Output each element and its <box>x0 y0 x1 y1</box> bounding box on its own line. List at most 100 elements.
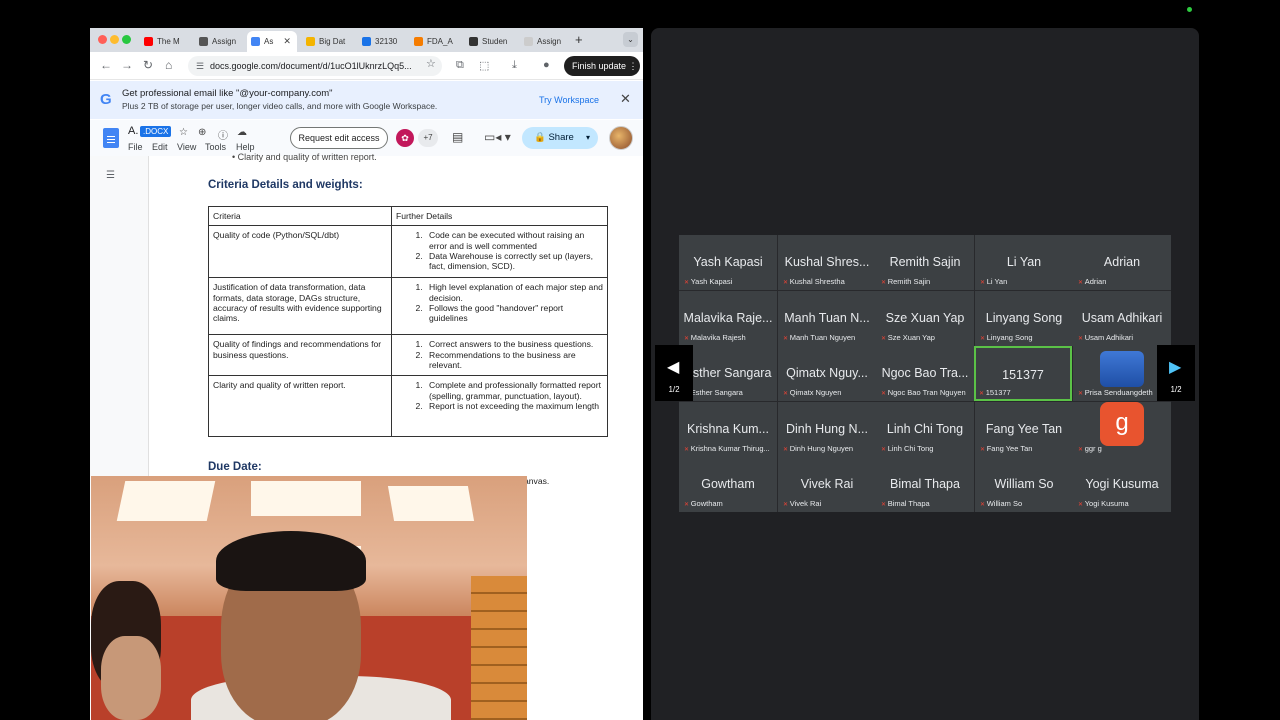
tab-fda[interactable]: FDA_A <box>410 31 458 52</box>
comments-icon[interactable]: ▤ <box>452 130 463 144</box>
criteria-cell: Quality of code (Python/SQL/dbt) <box>208 225 392 279</box>
tab-active-doc[interactable]: As ✕ <box>247 31 297 52</box>
participant-tile[interactable]: Bimal Thapa Bimal Thapa <box>876 457 974 512</box>
address-bar[interactable]: ☰ docs.google.com/document/d/1ucO1lUknrz… <box>188 56 442 76</box>
participant-label: Remith Sajin <box>881 277 973 286</box>
move-icon[interactable]: ⊕ <box>198 127 206 138</box>
details-cell: High level explanation of each major ste… <box>391 277 608 336</box>
participant-tile[interactable]: Kushal Shres... Kushal Shrestha <box>778 235 876 290</box>
participant-tile[interactable]: Fang Yee Tan Fang Yee Tan <box>975 402 1073 457</box>
detail-item: Complete and professionally formatted re… <box>425 380 603 401</box>
close-tab-icon[interactable]: ✕ <box>283 36 291 47</box>
tab-favicon <box>524 37 533 46</box>
menu-file[interactable]: File <box>128 142 143 152</box>
promo-headline: Get professional email like "@your-compa… <box>122 88 333 99</box>
participant-name: Malavika Raje... <box>683 311 773 325</box>
ceiling-light <box>387 486 475 521</box>
menu-help[interactable]: Help <box>236 142 255 152</box>
tab-assign-2[interactable]: Assign <box>520 31 570 52</box>
share-button[interactable]: 🔒 Share ▾ <box>522 127 598 149</box>
participant-tile[interactable]: Ngoc Bao Tra... Ngoc Bao Tran Nguyen <box>876 346 974 401</box>
meet-camera-icon[interactable]: ▭◂ ▾ <box>484 130 511 144</box>
screen: The M Assign As ✕ Big Dat 32130 FDA_A Stu… <box>0 0 1280 720</box>
extensions-icon[interactable]: ⬚ <box>479 59 489 72</box>
participant-tile[interactable]: Adrian Adrian <box>1073 235 1171 290</box>
participant-label: Krishna Kumar Thirug... <box>684 444 776 453</box>
tab-search-icon[interactable]: ⌄ <box>623 32 638 47</box>
participant-tile[interactable]: Vivek Rai Vivek Rai <box>778 457 876 512</box>
share-dropdown-icon[interactable]: ▾ <box>586 127 590 149</box>
participant-tile[interactable]: Usam Adhikari Usam Adhikari <box>1073 291 1171 346</box>
participant-name: Qimatx Nguy... <box>786 366 868 380</box>
locker <box>471 576 527 720</box>
participant-tile[interactable]: gggr g <box>1073 402 1171 457</box>
menu-view[interactable]: View <box>177 142 196 152</box>
participant-name: Gowtham <box>701 477 755 491</box>
participant-tile[interactable]: Yash Kapasi Yash Kapasi <box>679 235 777 290</box>
tab-favicon <box>469 37 478 46</box>
forward-icon[interactable]: → <box>121 58 133 72</box>
participant-tile[interactable]: Dinh Hung N... Dinh Hung Nguyen <box>778 402 876 457</box>
docs-logo-icon[interactable] <box>103 128 119 148</box>
download-icon[interactable]: ⤓ <box>512 59 517 72</box>
participant-tile[interactable]: Gowtham Gowtham <box>679 457 777 512</box>
request-edit-access-button[interactable]: Request edit access <box>290 127 388 149</box>
participant-photo <box>1100 351 1144 387</box>
cloud-status-icon[interactable]: ☁ <box>237 127 247 138</box>
participant-tile[interactable]: Linyang Song Linyang Song <box>975 291 1073 346</box>
participant-tile[interactable]: Li Yan Li Yan <box>975 235 1073 290</box>
participant-tile[interactable]: William So William So <box>975 457 1073 512</box>
menu-edit[interactable]: Edit <box>152 142 168 152</box>
participant-tile[interactable]: Manh Tuan N... Manh Tuan Nguyen <box>778 291 876 346</box>
tab-youtube[interactable]: The M <box>140 31 188 52</box>
tab-label: 32130 <box>375 37 398 46</box>
participant-label: Kushal Shrestha <box>783 277 875 286</box>
collaborator-avatar[interactable]: ✿ <box>396 129 414 147</box>
site-info-icon[interactable]: ☰ <box>196 56 204 76</box>
info-icon[interactable]: ⓘ <box>218 127 228 142</box>
participant-tile[interactable]: Malavika Raje... Malavika Rajesh <box>679 291 777 346</box>
participant-tile[interactable]: Esther Sangara Esther Sangara <box>679 346 777 401</box>
try-workspace-link[interactable]: Try Workspace <box>539 95 599 105</box>
participant-tile[interactable]: Sze Xuan Yap Sze Xuan Yap <box>876 291 974 346</box>
participant-label: 151377 <box>979 388 1071 397</box>
participant-tile[interactable]: Yogi Kusuma Yogi Kusuma <box>1073 457 1171 512</box>
profile-icon[interactable]: ● <box>543 59 550 71</box>
participant-label: Sze Xuan Yap <box>881 333 973 342</box>
tab-assign-1[interactable]: Assign <box>195 31 243 52</box>
participant-tile[interactable]: Qimatx Nguy... Qimatx Nguyen <box>778 346 876 401</box>
participant-tile[interactable]: Linh Chi Tong Linh Chi Tong <box>876 402 974 457</box>
maximize-window-button[interactable] <box>122 35 131 44</box>
document-title[interactable]: A. <box>128 125 138 137</box>
tab-32130[interactable]: 32130 <box>358 31 406 52</box>
participant-tile[interactable]: Krishna Kum... Krishna Kumar Thirug... <box>679 402 777 457</box>
next-page-button[interactable]: ▶ 1/2 <box>1157 345 1195 401</box>
participant-label: Esther Sangara <box>684 388 776 397</box>
participant-label: Manh Tuan Nguyen <box>783 333 875 342</box>
table-header-details: Further Details <box>391 205 608 227</box>
close-promo-icon[interactable]: ✕ <box>620 91 631 107</box>
close-window-button[interactable] <box>98 35 107 44</box>
star-icon[interactable]: ☆ <box>179 127 188 138</box>
participant-tile[interactable]: Remith Sajin Remith Sajin <box>876 235 974 290</box>
back-icon[interactable]: ← <box>100 58 112 72</box>
participant-grid: Yash KapasiYash Kapasi Kushal Shres...Ku… <box>679 235 1171 512</box>
tab-favicon <box>144 37 153 46</box>
tab-student[interactable]: Studen <box>465 31 515 52</box>
home-icon[interactable]: ⌂ <box>165 58 172 72</box>
more-collaborators-badge[interactable]: +7 <box>418 129 438 147</box>
bookmark-star-icon[interactable]: ☆ <box>426 57 436 70</box>
promo-subtext: Plus 2 TB of storage per user, longer vi… <box>122 101 438 111</box>
new-tab-icon[interactable]: + <box>575 32 583 47</box>
participant-tile-speaking[interactable]: 151377 151377 <box>974 346 1072 401</box>
participant-name: Fang Yee Tan <box>985 422 1063 436</box>
minimize-window-button[interactable] <box>110 35 119 44</box>
outline-icon[interactable]: ☰ <box>106 170 115 181</box>
menu-tools[interactable]: Tools <box>205 142 226 152</box>
prev-page-button[interactable]: ◀ 1/2 <box>655 345 693 401</box>
tab-big-data[interactable]: Big Dat <box>302 31 352 52</box>
finish-update-button[interactable]: Finish update ⋮ <box>564 56 640 76</box>
tab-groups-icon[interactable]: ⧉ <box>456 59 464 72</box>
reload-icon[interactable]: ↻ <box>143 58 153 72</box>
user-avatar[interactable] <box>609 126 633 150</box>
